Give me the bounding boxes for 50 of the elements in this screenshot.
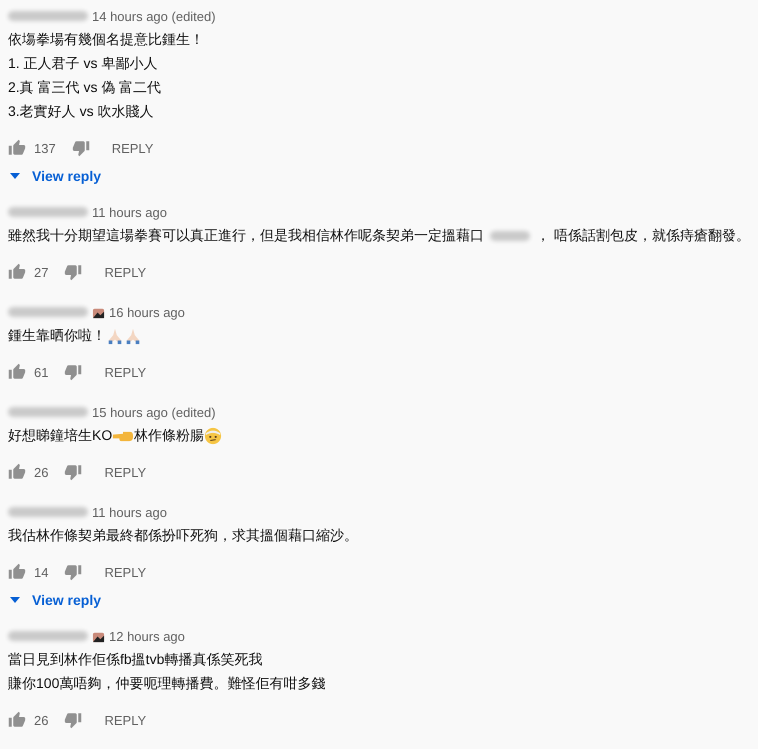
praying-hands-icon <box>124 327 142 345</box>
comment-time: 14 hours ago (edited) <box>92 8 216 24</box>
like-count: 14 <box>34 564 48 580</box>
caret-icon <box>10 597 20 603</box>
like-count: 137 <box>34 140 56 156</box>
comment-time: 11 hours ago <box>92 204 167 220</box>
reply-button[interactable]: REPLY <box>94 360 156 384</box>
thumbs-up-icon[interactable] <box>8 363 26 381</box>
view-reply-button[interactable]: View reply <box>8 588 102 612</box>
thumbs-down-icon[interactable] <box>72 139 90 157</box>
face-emoji-icon <box>204 427 222 445</box>
thumbs-down-icon[interactable] <box>64 463 82 481</box>
thumbs-up-icon[interactable] <box>8 139 26 157</box>
comment-text: 我估林作條契弟最終都係扮吓死狗，求其搵個藉口縮沙。 <box>8 527 358 545</box>
reply-button[interactable]: REPLY <box>94 708 156 732</box>
comment-text: 1. 正人君子 vs 卑鄙小人 <box>8 55 158 73</box>
reply-button[interactable]: REPLY <box>102 136 164 160</box>
like-count: 26 <box>34 464 48 480</box>
thumbs-up-icon[interactable] <box>8 711 26 729</box>
thumbs-up-icon[interactable] <box>8 563 26 581</box>
caret-icon <box>10 173 20 179</box>
comment-text: 雖然我十分期望這場拳賽可以真正進行，但是我相信林作呢条契弟一定搵藉口 <box>8 227 484 245</box>
reply-button[interactable]: REPLY <box>94 560 156 584</box>
comment-text: 依塲拳場有幾個名提意比鍾生！ <box>8 31 204 49</box>
thumbs-up-icon[interactable] <box>8 463 26 481</box>
comment-text: 林作條粉腸 <box>134 427 204 445</box>
comment-text: 當日見到林作佢係fb搵tvb轉播真係笑死我 <box>8 651 262 669</box>
comment-time: 12 hours ago <box>109 628 185 644</box>
redacted-word <box>490 231 530 241</box>
comment-text: 好想睇鐘培生KO <box>8 427 112 445</box>
comment-text: 鍾生靠晒你啦！ <box>8 327 106 345</box>
thumbs-down-icon[interactable] <box>64 363 82 381</box>
praying-hands-icon <box>106 327 124 345</box>
reply-button[interactable]: REPLY <box>94 460 156 484</box>
comment-time: 11 hours ago <box>92 504 167 520</box>
comment-text: 2.真 富三代 vs 偽 富二代 <box>8 79 162 97</box>
thumbs-down-icon[interactable] <box>64 563 82 581</box>
comment-text: ， 唔係話割包皮，就係痔瘡翻發。 <box>536 227 750 245</box>
view-reply-button[interactable]: View reply <box>8 164 102 188</box>
thumbs-up-icon[interactable] <box>8 263 26 281</box>
comment-text: 3.老實好人 vs 吹水賤人 <box>8 103 154 121</box>
like-count: 61 <box>34 364 48 380</box>
like-count: 26 <box>34 712 48 728</box>
reply-button[interactable]: REPLY <box>94 260 156 284</box>
thumbs-down-icon[interactable] <box>64 263 82 281</box>
comment-time: 16 hours ago <box>109 304 185 320</box>
comment-time: 15 hours ago (edited) <box>92 404 216 420</box>
thumbs-down-icon[interactable] <box>64 711 82 729</box>
comment-text: 賺你100萬唔夠，仲要呃理轉播費。難怪佢有咁多錢 <box>8 675 326 693</box>
like-count: 27 <box>34 264 48 280</box>
